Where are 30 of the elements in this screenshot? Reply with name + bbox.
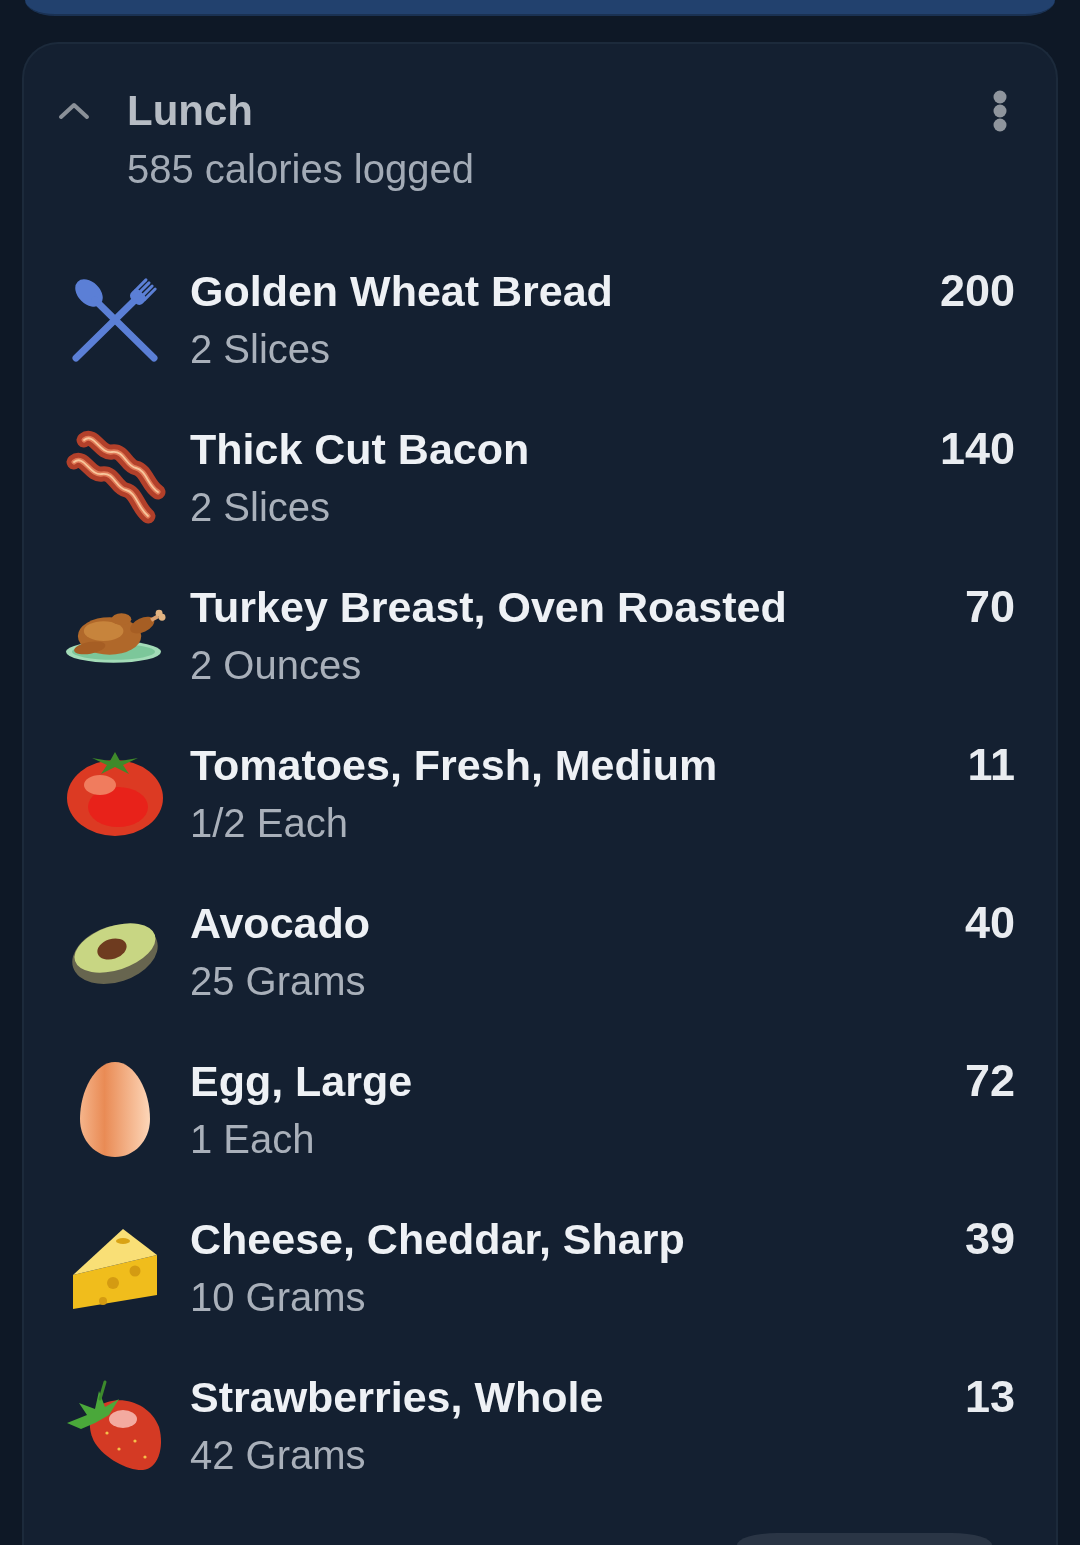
food-name: Thick Cut Bacon	[190, 424, 531, 475]
serving-size: 2 Slices	[190, 326, 332, 373]
fork-and-spoon-icon	[71, 275, 159, 363]
more-options-icon[interactable]	[993, 90, 1007, 132]
food-name: Egg, Large	[190, 1056, 414, 1107]
calorie-count: 200	[939, 265, 1015, 317]
food-name: Cheese, Cheddar, Sharp	[190, 1214, 686, 1265]
serving-size: 25 Grams	[190, 958, 367, 1005]
calorie-count: 70	[964, 581, 1015, 633]
calorie-count: 72	[964, 1055, 1015, 1107]
calorie-count: 40	[964, 897, 1015, 949]
food-name: Turkey Breast, Oven Roasted	[190, 582, 788, 633]
food-name: Golden Wheat Bread	[190, 266, 614, 317]
meal-title: Lunch	[127, 86, 254, 136]
serving-size: 10 Grams	[190, 1274, 367, 1321]
calorie-count: 11	[967, 739, 1015, 791]
serving-size: 2 Slices	[190, 484, 332, 531]
egg-icon	[79, 1060, 151, 1158]
calorie-count: 140	[939, 423, 1015, 475]
serving-size: 42 Grams	[190, 1432, 367, 1479]
serving-size: 2 Ounces	[190, 642, 363, 689]
food-name: Tomatoes, Fresh, Medium	[190, 740, 719, 791]
food-name: Avocado	[190, 898, 371, 949]
chevron-up-icon[interactable]	[58, 102, 90, 120]
serving-size: 1 Each	[190, 1116, 316, 1163]
calorie-count: 39	[964, 1213, 1015, 1265]
food-name: Strawberries, Whole	[190, 1372, 605, 1423]
calories-logged: 585 calories logged	[127, 146, 475, 193]
serving-size: 1/2 Each	[190, 800, 349, 847]
calorie-count: 13	[964, 1371, 1015, 1423]
